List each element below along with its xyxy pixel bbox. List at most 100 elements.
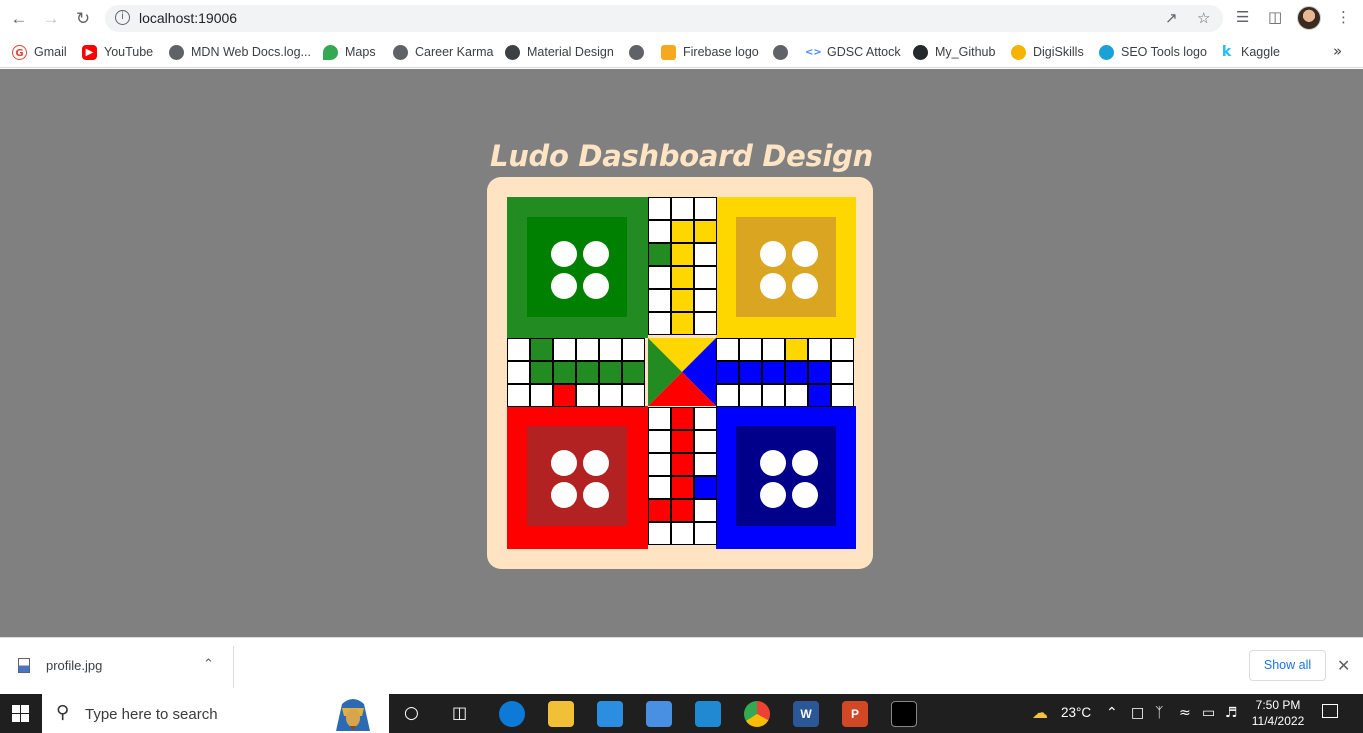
track-cell[interactable] (694, 266, 717, 289)
forward-arrow-icon[interactable]: → (40, 8, 62, 30)
track-cell[interactable] (599, 384, 622, 407)
track-cell[interactable] (648, 430, 671, 453)
track-cell[interactable] (671, 499, 694, 522)
bluetooth-icon[interactable]: ᛉ (1155, 705, 1163, 721)
track-cell[interactable] (648, 197, 671, 220)
reload-icon[interactable]: ↻ (72, 8, 94, 30)
battery-icon[interactable]: ▭ (1202, 705, 1215, 721)
bookmark-gmail[interactable]: G Gmail (12, 43, 67, 61)
weather-temp[interactable]: 23°C (1061, 705, 1091, 720)
chevron-up-icon[interactable]: ⌃ (203, 657, 214, 672)
yellow-token[interactable] (760, 273, 786, 299)
profile-avatar[interactable] (1297, 6, 1321, 30)
red-token[interactable] (583, 450, 609, 476)
bookmark-youtube[interactable]: ▶ YouTube (82, 43, 153, 61)
track-cell[interactable] (831, 338, 854, 361)
track-cell[interactable] (599, 338, 622, 361)
track-cell[interactable] (576, 338, 599, 361)
notification-icon[interactable] (1322, 704, 1338, 718)
file-explorer-icon[interactable] (548, 701, 574, 727)
bookmark-material-design[interactable]: Material Design (505, 43, 614, 61)
cortana-icon[interactable]: ○ (404, 703, 419, 723)
track-cell[interactable] (785, 361, 808, 384)
windows-start-icon[interactable] (12, 705, 29, 722)
track-cell[interactable] (716, 361, 739, 384)
chrome-icon[interactable] (744, 701, 770, 727)
bookmark-unnamed-2[interactable] (773, 43, 795, 61)
search-placeholder[interactable]: Type here to search (85, 706, 218, 723)
track-cell[interactable] (762, 338, 785, 361)
track-cell[interactable] (808, 338, 831, 361)
bookmark-unnamed-1[interactable] (629, 43, 651, 61)
track-cell[interactable] (739, 361, 762, 384)
track-cell[interactable] (507, 338, 530, 361)
track-cell[interactable] (671, 312, 694, 335)
green-token[interactable] (551, 273, 577, 299)
track-cell[interactable] (648, 407, 671, 430)
track-cell[interactable] (694, 312, 717, 335)
track-cell[interactable] (648, 476, 671, 499)
track-cell[interactable] (576, 384, 599, 407)
terminal-icon[interactable] (891, 701, 917, 727)
track-cell[interactable] (694, 220, 717, 243)
track-cell[interactable] (785, 384, 808, 407)
task-view-icon[interactable]: ◫ (452, 703, 467, 722)
reading-list-icon[interactable]: ☰ (1236, 8, 1249, 26)
track-cell[interactable] (694, 197, 717, 220)
track-cell[interactable] (808, 361, 831, 384)
track-cell[interactable] (530, 384, 553, 407)
track-cell[interactable] (671, 289, 694, 312)
track-cell[interactable] (648, 243, 671, 266)
menu-kebab-icon[interactable]: ⋮ (1336, 8, 1351, 26)
track-cell[interactable] (831, 361, 854, 384)
track-cell[interactable] (694, 289, 717, 312)
track-cell[interactable] (507, 361, 530, 384)
track-cell[interactable] (648, 289, 671, 312)
track-cell[interactable] (576, 361, 599, 384)
red-token[interactable] (583, 482, 609, 508)
track-cell[interactable] (671, 243, 694, 266)
address-bar[interactable]: i localhost:19006 ↗ ☆ (105, 5, 1223, 32)
bookmark-gdsc[interactable]: <> GDSC Attock (805, 43, 901, 61)
green-token[interactable] (583, 273, 609, 299)
bookmark-seo-tools[interactable]: SEO Tools logo (1099, 43, 1207, 61)
bookmark-github[interactable]: My_Github (913, 43, 995, 61)
track-cell[interactable] (530, 361, 553, 384)
track-cell[interactable] (762, 384, 785, 407)
track-cell[interactable] (831, 384, 854, 407)
track-cell[interactable] (694, 499, 717, 522)
track-cell[interactable] (694, 407, 717, 430)
chevron-up-icon[interactable]: ⌃ (1106, 705, 1118, 721)
track-cell[interactable] (648, 220, 671, 243)
track-cell[interactable] (808, 384, 831, 407)
track-cell[interactable] (671, 430, 694, 453)
track-cell[interactable] (622, 338, 645, 361)
track-cell[interactable] (762, 361, 785, 384)
track-cell[interactable] (694, 243, 717, 266)
side-panel-icon[interactable]: ◫ (1268, 8, 1282, 26)
bookmark-star-icon[interactable]: ☆ (1197, 9, 1210, 27)
yellow-token[interactable] (792, 273, 818, 299)
bookmark-firebase[interactable]: Firebase logo (661, 43, 759, 61)
track-cell[interactable] (648, 266, 671, 289)
track-cell[interactable] (648, 453, 671, 476)
weather-icon[interactable]: ☁ (1032, 703, 1048, 722)
track-cell[interactable] (694, 453, 717, 476)
taskbar-search[interactable]: ⚲ Type here to search (42, 694, 389, 733)
more-bookmarks-icon[interactable]: » (1333, 42, 1342, 60)
track-cell[interactable] (648, 499, 671, 522)
green-token[interactable] (551, 241, 577, 267)
volume-icon[interactable]: ♬ (1225, 705, 1238, 721)
track-cell[interactable] (507, 384, 530, 407)
track-cell[interactable] (716, 338, 739, 361)
track-cell[interactable] (671, 197, 694, 220)
red-token[interactable] (551, 450, 577, 476)
powerpoint-icon[interactable]: P (842, 701, 868, 727)
microsoft-store-icon[interactable] (597, 701, 623, 727)
close-icon[interactable]: ✕ (1337, 656, 1350, 675)
meet-icon[interactable]: □ (1131, 705, 1144, 721)
track-cell[interactable] (622, 384, 645, 407)
track-cell[interactable] (553, 384, 576, 407)
track-cell[interactable] (553, 361, 576, 384)
track-cell[interactable] (530, 338, 553, 361)
